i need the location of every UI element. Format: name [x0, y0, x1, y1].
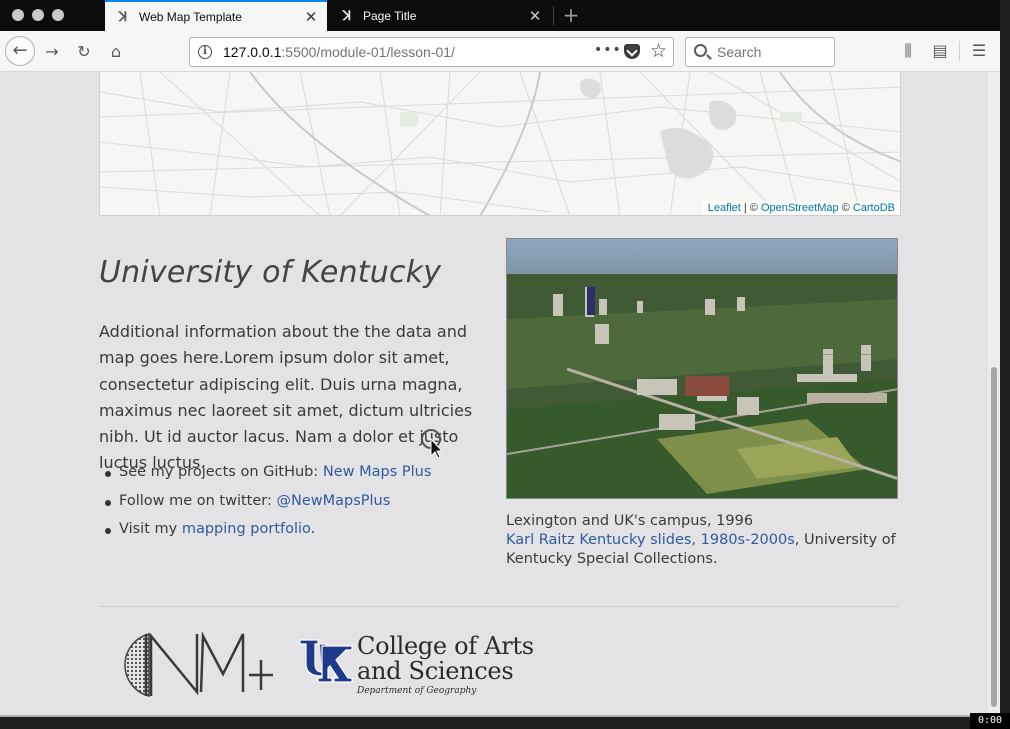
campus-aerial-photo [506, 238, 898, 499]
pocket-icon[interactable] [624, 44, 640, 59]
map-attribution: Leaflet | © OpenStreetMap © CartoDB [702, 201, 900, 215]
address-bar[interactable]: i 127.0.0.1:5500/module-01/lesson-01/ ••… [189, 37, 674, 67]
attribution-separator: | © [740, 202, 761, 214]
url-path: :5500/module-01/lesson-01/ [281, 44, 455, 60]
library-icon[interactable]: ⫼ [898, 41, 918, 61]
window-frame-right [1000, 0, 1010, 729]
search-input[interactable]: Search [685, 37, 835, 67]
site-info-icon[interactable]: i [198, 45, 212, 59]
list-item-twitter: Follow me on twitter: @NewMapsPlus [99, 493, 431, 522]
college-of-arts-and-sciences-wordmark[interactable]: College of Arts and Sciences Department … [357, 632, 534, 697]
minimize-window-button[interactable] [32, 9, 44, 21]
reload-button[interactable]: ↻ [71, 39, 97, 65]
close-tab-icon[interactable]: ✕ [525, 7, 545, 25]
tab-page-title[interactable]: ꓘ Page Title ✕ [329, 0, 551, 31]
caption-credit: Karl Raitz Kentucky slides, 1980s-2000s,… [506, 531, 898, 569]
hamburger-menu-icon[interactable]: ☰ [969, 41, 989, 61]
uk-favicon-icon: ꓘ [118, 8, 128, 24]
close-tab-icon[interactable]: ✕ [301, 8, 321, 26]
search-placeholder: Search [717, 44, 762, 60]
page-actions-icon[interactable]: ••• [594, 42, 622, 58]
recording-timer: 0:00 [970, 713, 1010, 729]
uk-wildcat-logo-icon[interactable] [298, 638, 353, 684]
list-item-suffix: . [310, 521, 316, 537]
karl-raitz-slides-link[interactable]: Karl Raitz Kentucky slides, 1980s-2000s [506, 532, 795, 548]
github-link[interactable]: New Maps Plus [323, 464, 432, 480]
links-list: See my projects on GitHub: New Maps Plus… [99, 464, 431, 550]
tab-title: Web Map Template [139, 9, 242, 24]
tab-title: Page Title [363, 8, 417, 23]
home-button[interactable]: ⌂ [103, 39, 129, 65]
footer-divider [99, 606, 899, 607]
window-frame-bottom [0, 715, 1000, 729]
vertical-scrollbar[interactable] [988, 72, 1000, 715]
cartodb-link[interactable]: CartoDB [853, 202, 895, 214]
tab-web-map-template[interactable]: ꓘ Web Map Template ✕ [105, 0, 327, 31]
portfolio-link[interactable]: mapping portfolio [182, 521, 311, 537]
photo-caption: Lexington and UK's campus, 1996 Karl Rai… [506, 512, 898, 569]
sidebar-toggle-icon[interactable]: ▤ [930, 41, 950, 61]
aerial-photo-image [507, 239, 897, 498]
leaflet-map[interactable]: Leaflet | © OpenStreetMap © CartoDB [99, 72, 901, 216]
search-icon [694, 44, 707, 57]
openstreetmap-link[interactable]: OpenStreetMap [761, 202, 839, 214]
zoom-window-button[interactable] [52, 9, 64, 21]
navigation-toolbar: ← → ↻ ⌂ i 127.0.0.1:5500/module-01/lesso… [0, 31, 1000, 72]
scrollbar-thumb[interactable] [991, 367, 997, 707]
toolbar-separator [959, 41, 960, 61]
page-title: University of Kentucky [99, 255, 442, 290]
bullet-icon [105, 471, 111, 477]
list-item-text: Visit my [119, 521, 182, 537]
forward-button[interactable]: → [39, 39, 65, 65]
leaflet-link[interactable]: Leaflet [708, 202, 741, 214]
page-content: Leaflet | © OpenStreetMap © CartoDB Univ… [0, 72, 988, 715]
list-item-github: See my projects on GitHub: New Maps Plus [99, 464, 431, 493]
list-item-text: Follow me on twitter: [119, 492, 277, 509]
tab-bar: ꓘ Web Map Template ✕ ꓘ Page Title ✕ + [0, 0, 1000, 31]
uk-favicon-icon: ꓘ [342, 7, 352, 23]
url-host: 127.0.0.1 [223, 44, 282, 60]
college-line-2: and Sciences [357, 657, 514, 685]
college-line-1: College of Arts [357, 632, 534, 660]
list-item-text: See my projects on GitHub: [119, 464, 323, 480]
list-item-portfolio: Visit my mapping portfolio. [99, 521, 431, 550]
attribution-separator: © [838, 202, 853, 214]
bullet-icon [105, 528, 111, 534]
new-tab-button[interactable]: + [559, 3, 583, 27]
twitter-link[interactable]: @NewMapsPlus [276, 493, 390, 509]
close-window-button[interactable] [12, 9, 24, 21]
tab-separator [553, 6, 554, 25]
department-name: Department of Geography [357, 686, 477, 696]
window-frame-edge [0, 715, 1000, 717]
back-button[interactable]: ← [5, 36, 35, 66]
caption-title: Lexington and UK's campus, 1996 [506, 513, 754, 529]
new-maps-plus-logo[interactable] [111, 630, 276, 700]
bullet-icon [105, 499, 111, 506]
map-tiles [100, 72, 900, 215]
bookmark-star-icon[interactable]: ☆ [650, 40, 667, 62]
url-text[interactable]: 127.0.0.1:5500/module-01/lesson-01/ [223, 44, 455, 60]
busy-cursor-icon [421, 429, 444, 459]
